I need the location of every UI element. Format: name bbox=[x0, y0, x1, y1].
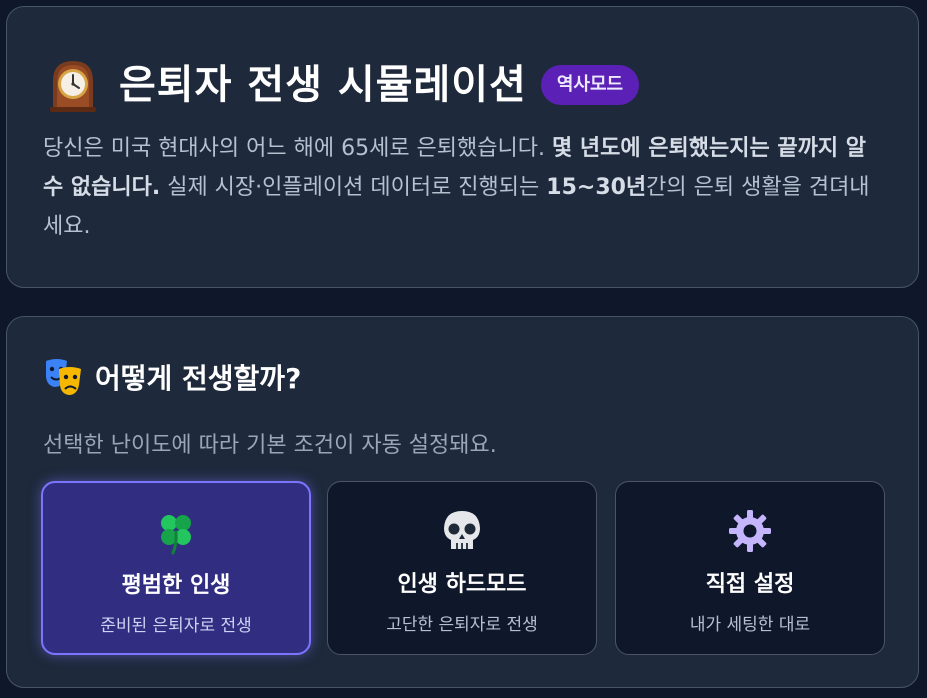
option-title: 직접 설정 bbox=[705, 572, 795, 597]
intro-description: 당신은 미국 현대사의 어느 해에 65세로 은퇴했습니다. 몇 년도에 은퇴했… bbox=[43, 129, 883, 246]
option-hard-mode[interactable]: 인생 하드모드 고단한 은퇴자로 전생 bbox=[327, 481, 597, 655]
performing-arts-icon bbox=[46, 359, 81, 395]
desc-text-2: 실제 시장·인플레이션 데이터로 진행되는 bbox=[160, 175, 547, 200]
history-mode-badge: 역사모드 bbox=[540, 65, 640, 105]
four-leaf-clover-icon bbox=[161, 515, 191, 555]
option-title: 평범한 인생 bbox=[121, 573, 231, 598]
mode-subtitle: 선택한 난이도에 따라 기본 조건이 자동 설정돼요. bbox=[43, 433, 497, 458]
mode-heading: 어떻게 전생할까? bbox=[95, 362, 302, 395]
option-normal-life[interactable]: 평범한 인생 준비된 은퇴자로 전생 bbox=[41, 481, 311, 655]
desc-text-1: 당신은 미국 현대사의 어느 해에 65세로 은퇴했습니다. bbox=[43, 136, 552, 161]
page-title: 은퇴자 전생 시뮬레이션 bbox=[119, 62, 527, 108]
option-description: 준비된 은퇴자로 전생 bbox=[100, 616, 252, 636]
mode-selection-card: 어떻게 전생할까? 선택한 난이도에 따라 기본 조건이 자동 설정돼요. 평범… bbox=[6, 316, 919, 688]
option-description: 내가 세팅한 대로 bbox=[689, 615, 811, 635]
gear-icon bbox=[729, 510, 771, 552]
option-custom[interactable]: 직접 설정 내가 세팅한 대로 bbox=[615, 481, 885, 655]
desc-bold-2: 15~30년 bbox=[546, 175, 647, 200]
option-title: 인생 하드모드 bbox=[397, 572, 527, 597]
intro-card: 은퇴자 전생 시뮬레이션 역사모드 당신은 미국 현대사의 어느 해에 65세로… bbox=[6, 6, 919, 288]
skull-icon bbox=[444, 511, 480, 549]
title-row: 은퇴자 전생 시뮬레이션 역사모드 bbox=[47, 57, 640, 113]
mantelpiece-clock-icon bbox=[50, 61, 96, 112]
option-description: 고단한 은퇴자로 전생 bbox=[386, 615, 538, 635]
mode-heading-row: 어떻게 전생할까? bbox=[43, 357, 301, 397]
